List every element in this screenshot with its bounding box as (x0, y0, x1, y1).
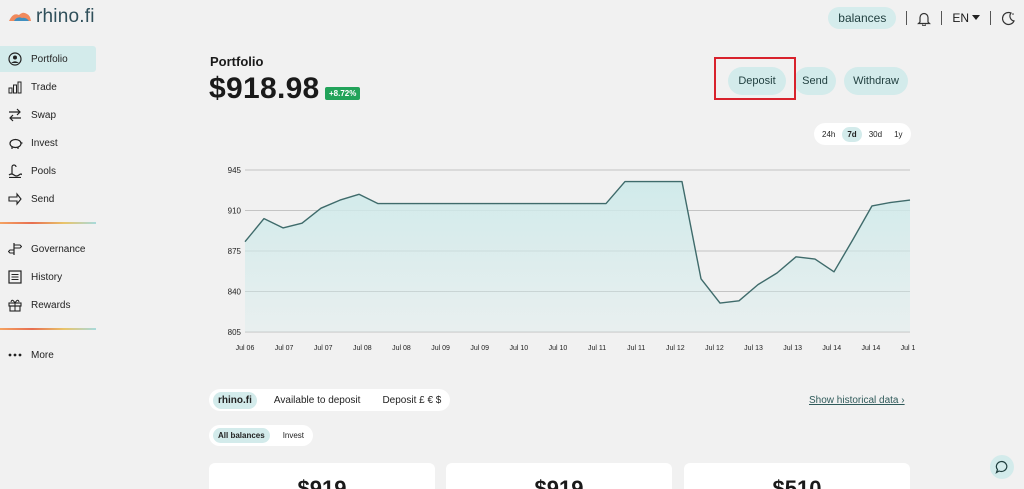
sidebar-item-governance[interactable]: Governance (0, 236, 96, 262)
deposit-highlight-box (714, 57, 796, 100)
sidebar-item-invest[interactable]: Invest (0, 130, 96, 156)
y-tick-label: 910 (228, 207, 242, 216)
x-tick-label: Jul 07 (275, 345, 294, 352)
balances-button[interactable]: balances (828, 7, 897, 29)
portfolio-balance: $918.98 (209, 72, 320, 105)
x-tick-label: Jul 11 (627, 345, 645, 352)
balances-source-tabs: rhino.fi Available to deposit Deposit £ … (209, 389, 451, 411)
x-tick-label: Jul 06 (236, 345, 255, 352)
sidebar-item-send[interactable]: Send (0, 186, 96, 212)
tab-rhino-fi[interactable]: rhino.fi (213, 391, 257, 409)
sidebar-item-rewards[interactable]: Rewards (0, 292, 96, 318)
range-24h-button[interactable]: 24h (817, 127, 840, 142)
y-tick-label: 805 (228, 328, 242, 337)
swap-arrows-icon (7, 107, 23, 123)
x-tick-label: Jul 10 (549, 345, 568, 352)
bar-chart-icon (7, 79, 23, 95)
list-icon (7, 269, 23, 285)
arrow-right-icon (7, 191, 23, 207)
moon-icon[interactable] (1001, 11, 1016, 26)
sidebar-item-label: Invest (31, 137, 58, 149)
sidebar-item-label: Pools (31, 165, 57, 177)
sidebar-item-label: Governance (31, 243, 86, 255)
tab-invest[interactable]: Invest (278, 428, 309, 443)
sidebar-item-history[interactable]: History (0, 264, 96, 290)
x-tick-label: Jul 13 (783, 345, 802, 352)
page-title: Portfolio (210, 54, 264, 69)
portfolio-chart: 945 910 875 840 805 Jul 06 Jul 07 Jul 07 Jul 08 J… (228, 166, 915, 352)
rhino-logo-icon (9, 12, 31, 21)
sidebar-item-label: Swap (31, 109, 57, 121)
tab-available-to-deposit[interactable]: Available to deposit (269, 392, 366, 409)
send-button[interactable]: Send (794, 67, 836, 95)
time-range-selector: 24h 7d 30d 1y (814, 123, 911, 145)
x-tick-label: Jul 12 (705, 345, 724, 352)
caret-down-icon (972, 15, 980, 20)
y-tick-label: 875 (228, 247, 242, 256)
bell-icon[interactable] (917, 11, 932, 26)
x-tick-label: Jul 09 (470, 345, 489, 352)
balance-card[interactable]: $919 (446, 463, 672, 489)
y-tick-label: 945 (228, 166, 242, 175)
sidebar-item-portfolio[interactable]: Portfolio (0, 46, 96, 72)
range-30d-button[interactable]: 30d (864, 127, 887, 142)
card-value: $919 (297, 476, 347, 489)
logo[interactable]: rhino.fi (8, 6, 95, 28)
range-1y-button[interactable]: 1y (889, 127, 907, 142)
x-tick-label: Jul 08 (392, 345, 411, 352)
gift-icon (7, 297, 23, 313)
sidebar-divider (0, 328, 96, 330)
sidebar: Portfolio Trade Swap Invest Pools Send G… (0, 46, 96, 370)
pool-icon (7, 163, 23, 179)
balance-card[interactable]: $510 (684, 463, 910, 489)
x-tick-label: Jul 12 (666, 345, 685, 352)
sidebar-item-label: History (31, 271, 63, 283)
sidebar-item-label: Send (31, 193, 55, 205)
sidebar-item-label: More (31, 349, 54, 361)
range-7d-button[interactable]: 7d (842, 126, 862, 142)
divider (941, 11, 943, 25)
signpost-icon (7, 241, 23, 257)
withdraw-button[interactable]: Withdraw (844, 67, 908, 95)
balance-card[interactable]: $919 (209, 463, 435, 489)
sidebar-item-trade[interactable]: Trade (0, 74, 96, 100)
tab-all-balances[interactable]: All balances (213, 428, 270, 443)
sidebar-divider (0, 222, 96, 224)
language-label: EN (952, 11, 969, 25)
card-value: $510 (772, 476, 822, 489)
x-tick-label: Jul 14 (822, 345, 841, 352)
change-badge: +8.72% (325, 87, 361, 100)
chat-button[interactable] (990, 455, 1014, 479)
sidebar-item-label: Trade (31, 81, 57, 93)
divider (906, 11, 908, 25)
divider (990, 11, 991, 25)
x-tick-label: Jul 07 (314, 345, 333, 352)
y-tick-label: 840 (228, 288, 242, 297)
logo-text: rhino.fi (36, 6, 95, 27)
card-value: $919 (534, 476, 584, 489)
top-bar-controls: balances EN (828, 7, 1016, 29)
more-dots-icon (7, 347, 23, 363)
x-tick-label: Jul 08 (353, 345, 372, 352)
balance-filter-tabs: All balances Invest (209, 425, 314, 446)
x-tick-label: Jul 09 (431, 345, 450, 352)
piggy-bank-icon (7, 135, 23, 151)
sidebar-item-swap[interactable]: Swap (0, 102, 96, 128)
x-tick-label: Jul 15 (901, 345, 915, 352)
x-tick-label: Jul 11 (588, 345, 606, 352)
tab-deposit-fiat[interactable]: Deposit £ € $ (377, 392, 446, 409)
x-tick-label: Jul 13 (744, 345, 763, 352)
user-circle-icon (7, 51, 23, 67)
x-tick-label: Jul 14 (862, 345, 881, 352)
x-tick-label: Jul 10 (509, 345, 528, 352)
sidebar-item-pools[interactable]: Pools (0, 158, 96, 184)
sidebar-item-more[interactable]: More (0, 342, 96, 368)
show-historical-data-link[interactable]: Show historical data › (809, 395, 905, 406)
sidebar-item-label: Rewards (31, 299, 71, 311)
sidebar-item-label: Portfolio (31, 53, 68, 65)
chat-bubble-icon (995, 460, 1008, 474)
language-select[interactable]: EN (952, 11, 980, 25)
